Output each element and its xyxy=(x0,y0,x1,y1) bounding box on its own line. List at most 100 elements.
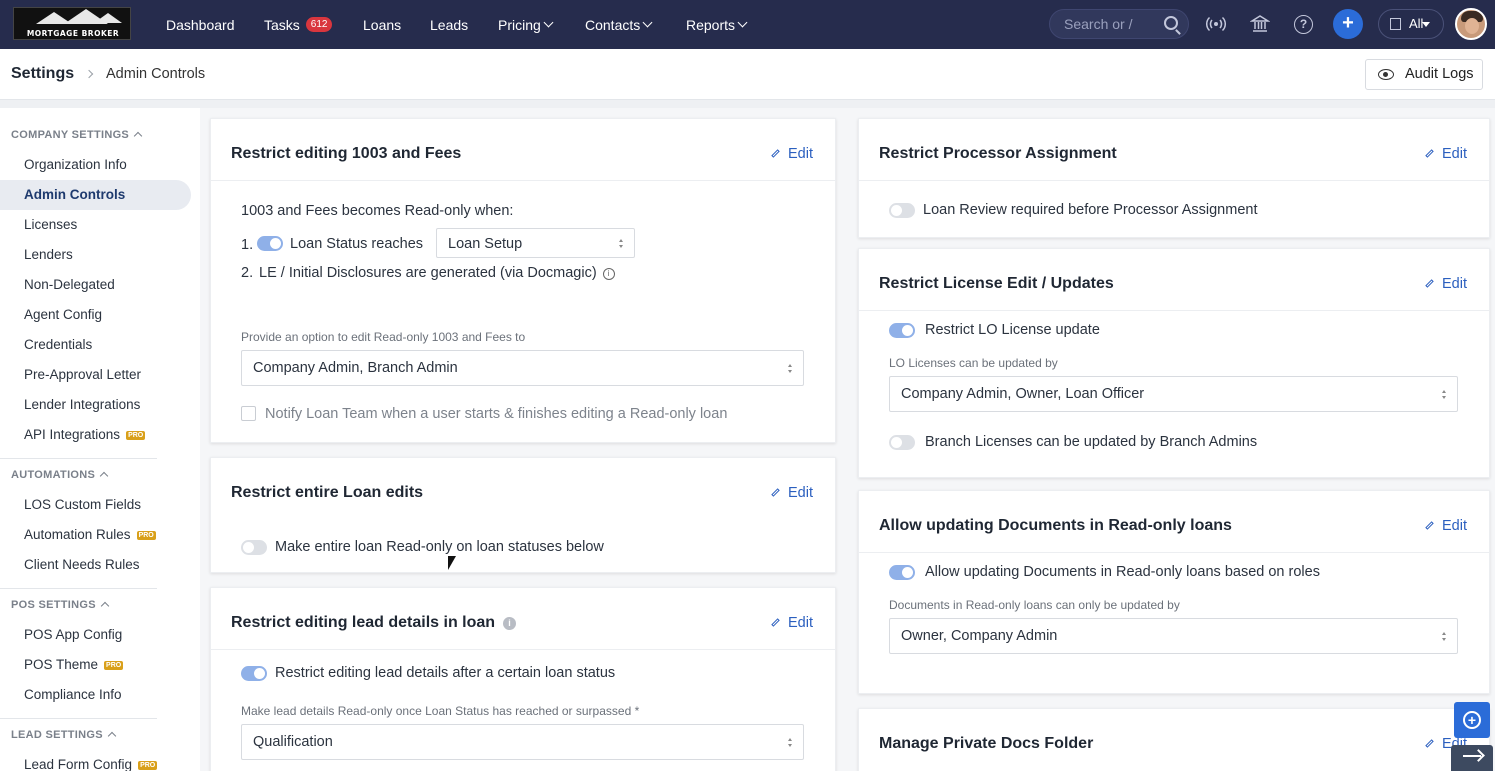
edit-button[interactable]: Edit xyxy=(1425,518,1467,534)
card-restrict-lead-details: Restrict editing lead details in loan i E… xyxy=(210,587,836,771)
sidebar-item-lender-integrations[interactable]: Lender Integrations xyxy=(0,390,191,420)
sidebar-item-lenders[interactable]: Lenders xyxy=(0,240,191,270)
card-manage-private-docs: Manage Private Docs Folder Edit xyxy=(858,708,1490,771)
loan-review-toggle[interactable] xyxy=(889,203,915,218)
loan-status-select[interactable]: Loan Setup xyxy=(436,228,635,258)
edit-label: Edit xyxy=(788,615,813,631)
pencil-icon xyxy=(771,488,780,497)
section-pos-settings[interactable]: POS SETTINGS xyxy=(11,599,110,611)
branch-license-toggle[interactable] xyxy=(889,435,915,450)
lead-readonly-status-select[interactable]: Qualification xyxy=(241,724,804,760)
eye-icon xyxy=(1378,69,1394,80)
restrict-lead-details-label: Restrict editing lead details after a ce… xyxy=(275,665,616,681)
divider xyxy=(0,718,157,719)
sidebar-item-admin-controls[interactable]: Admin Controls xyxy=(0,180,191,210)
restrict-lo-license-toggle[interactable] xyxy=(889,323,915,338)
nav-leads[interactable]: Leads xyxy=(430,0,468,49)
global-search-input[interactable]: Search or / xyxy=(1049,9,1189,39)
section-lead-settings[interactable]: LEAD SETTINGS xyxy=(11,729,117,741)
allow-docs-toggle[interactable] xyxy=(889,565,915,580)
broadcast-icon[interactable] xyxy=(1205,14,1227,34)
card-title: Restrict editing 1003 and Fees xyxy=(231,145,462,162)
edit-button[interactable]: Edit xyxy=(1425,146,1467,162)
chevron-down-icon xyxy=(737,17,748,28)
info-icon[interactable]: i xyxy=(602,268,615,280)
edit-button[interactable]: Edit xyxy=(1425,276,1467,292)
pro-badge: PRO xyxy=(136,531,156,540)
loan-status-toggle[interactable] xyxy=(257,236,283,251)
notify-loan-team-checkbox[interactable] xyxy=(241,406,256,421)
divider xyxy=(211,180,835,181)
sidebar-item-label: API Integrations xyxy=(24,427,121,442)
sidebar-item-automation-rules[interactable]: Automation Rules PRO xyxy=(0,520,191,550)
edit-option-select[interactable]: Company Admin, Branch Admin xyxy=(241,350,804,386)
section-company-settings[interactable]: COMPANY SETTINGS xyxy=(11,129,143,141)
sidebar-item-agent-config[interactable]: Agent Config xyxy=(0,300,191,330)
edit-label: Edit xyxy=(1442,518,1467,534)
branch-filter-select[interactable]: All xyxy=(1378,9,1444,39)
disclosures-label: LE / Initial Disclosures are generated (… xyxy=(259,265,597,281)
edit-label: Edit xyxy=(1442,276,1467,292)
card-title: Restrict License Edit / Updates xyxy=(879,275,1114,292)
chevron-up-icon xyxy=(107,731,117,741)
loan-status-value: Loan Setup xyxy=(448,236,523,252)
sidebar-item-los-custom-fields[interactable]: LOS Custom Fields xyxy=(0,490,191,520)
header-divider xyxy=(0,100,1495,108)
edit-button[interactable]: Edit xyxy=(771,615,813,631)
nav-dashboard[interactable]: Dashboard xyxy=(166,0,235,49)
sidebar-item-licenses[interactable]: Licenses xyxy=(0,210,191,240)
sidebar-item-compliance-info[interactable]: Compliance Info xyxy=(0,680,191,710)
sidebar-item-pre-approval-letter[interactable]: Pre-Approval Letter xyxy=(0,360,191,390)
floating-expand-button[interactable] xyxy=(1451,745,1493,771)
restrict-lead-details-toggle[interactable] xyxy=(241,666,267,681)
docs-updaters-select[interactable]: Owner, Company Admin xyxy=(889,618,1458,654)
breadcrumb-settings[interactable]: Settings xyxy=(11,65,74,83)
bank-icon[interactable] xyxy=(1249,14,1271,34)
nav-tasks[interactable]: Tasks 612 xyxy=(264,0,333,49)
floating-add-button[interactable]: + xyxy=(1454,702,1490,738)
nav-loans[interactable]: Loans xyxy=(363,0,401,49)
info-icon[interactable]: i xyxy=(503,617,517,630)
card-restrict-1003: Restrict editing 1003 and Fees Edit 1003… xyxy=(210,118,836,443)
sidebar-item-pos-app-config[interactable]: POS App Config xyxy=(0,620,191,650)
pencil-icon xyxy=(1425,279,1434,288)
lo-license-updaters-select[interactable]: Company Admin, Owner, Loan Officer xyxy=(889,376,1458,412)
pro-badge: PRO xyxy=(138,761,158,770)
nav-reports[interactable]: Reports xyxy=(686,0,748,49)
edit-button[interactable]: Edit xyxy=(771,485,813,501)
create-new-button[interactable]: + xyxy=(1333,9,1363,39)
section-automations[interactable]: AUTOMATIONS xyxy=(11,469,109,481)
sidebar-item-lead-form-config[interactable]: Lead Form Config PRO xyxy=(0,750,191,771)
card-restrict-loan-edits: Restrict entire Loan edits Edit Make ent… xyxy=(210,457,836,573)
nav-pricing[interactable]: Pricing xyxy=(498,0,554,49)
user-avatar[interactable] xyxy=(1455,8,1487,40)
sidebar-item-credentials[interactable]: Credentials xyxy=(0,330,191,360)
section-pos-settings-label: POS SETTINGS xyxy=(11,599,96,611)
pro-badge: PRO xyxy=(126,431,146,440)
docs-updaters-label: Documents in Read-only loans can only be… xyxy=(889,598,1180,612)
top-nav: MORTGAGE BROKER Dashboard Tasks 612 Loan… xyxy=(0,0,1495,49)
nav-tasks-label: Tasks xyxy=(264,16,300,33)
settings-sidebar: COMPANY SETTINGS Organization Info Admin… xyxy=(0,108,200,771)
loan-review-label: Loan Review required before Processor As… xyxy=(923,202,1258,218)
section-automations-label: AUTOMATIONS xyxy=(11,469,96,481)
entire-loan-readonly-toggle[interactable] xyxy=(241,540,267,555)
card-title: Restrict editing lead details in loan i xyxy=(231,614,517,632)
plus-circle-icon: + xyxy=(1463,711,1481,729)
card-title: Restrict entire Loan edits xyxy=(231,484,424,501)
sidebar-item-pos-theme[interactable]: POS Theme PRO xyxy=(0,650,191,680)
search-icon xyxy=(1164,16,1178,30)
sidebar-item-non-delegated[interactable]: Non-Delegated xyxy=(0,270,191,300)
help-icon[interactable]: ? xyxy=(1294,15,1313,34)
sidebar-item-client-needs-rules[interactable]: Client Needs Rules xyxy=(0,550,191,580)
nav-contacts[interactable]: Contacts xyxy=(585,0,653,49)
sort-arrows-icon xyxy=(619,239,624,248)
divider xyxy=(211,649,835,650)
audit-logs-button[interactable]: Audit Logs xyxy=(1365,59,1483,90)
sidebar-item-organization-info[interactable]: Organization Info xyxy=(0,150,191,180)
company-logo[interactable]: MORTGAGE BROKER xyxy=(13,7,131,40)
pencil-icon xyxy=(771,618,780,627)
edit-button[interactable]: Edit xyxy=(771,146,813,162)
divider xyxy=(0,588,157,589)
sidebar-item-api-integrations[interactable]: API Integrations PRO xyxy=(0,420,191,450)
